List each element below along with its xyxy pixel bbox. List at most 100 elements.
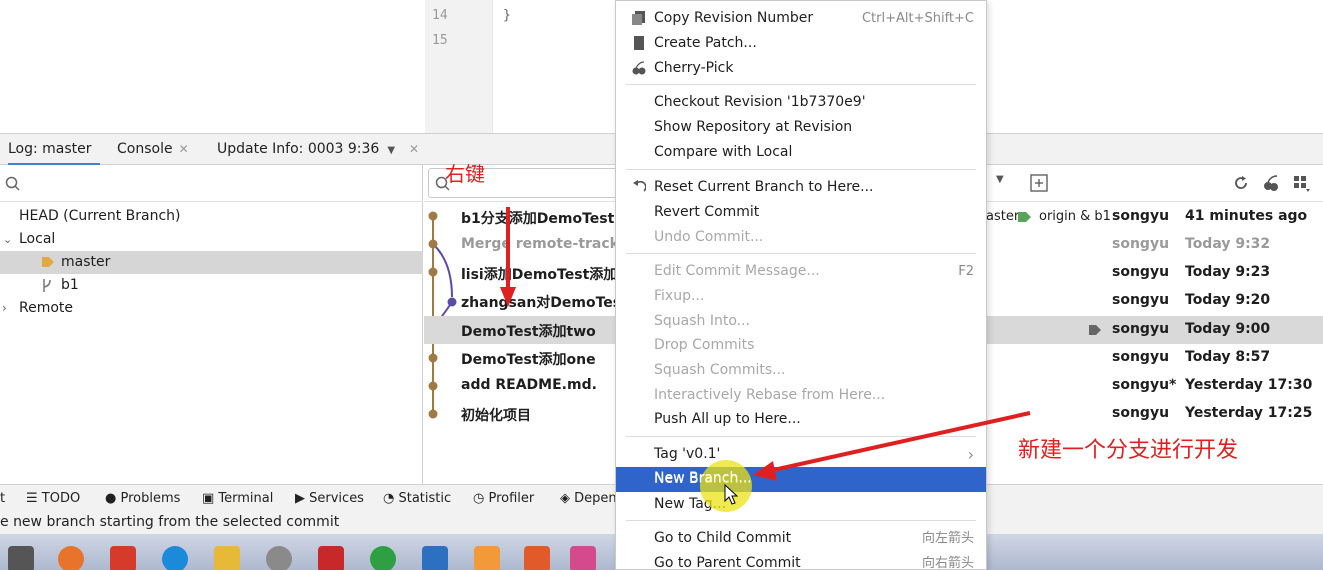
statistic-icon: ◔ [383,491,399,506]
menu-separator [626,520,976,521]
new-tab-icon[interactable] [1030,174,1048,192]
commit-date: Today 9:00 [1185,321,1271,337]
menu-checkout-revision[interactable]: Checkout Revision '1b7370e9' [616,90,986,115]
message-app-icon[interactable] [422,546,448,570]
tool-dependencies[interactable]: ◈ Depen [560,485,617,513]
tool-todo[interactable]: ☰ TODO [26,485,80,513]
menu-revert-commit[interactable]: Revert Commit [616,200,986,225]
youdao-icon[interactable] [110,546,136,570]
menu-edit-message[interactable]: Edit Commit Message... F2 [616,259,986,284]
tool-label: t [0,491,6,506]
chat-app-icon[interactable] [370,546,396,570]
tool-services[interactable]: ▶ Services [295,485,364,513]
patch-icon [634,36,644,50]
commit-date: Yesterday 17:25 [1185,405,1313,421]
commit-author: songyu [1112,349,1170,365]
tab-log-master[interactable]: Log: master [8,134,100,166]
menu-show-repository[interactable]: Show Repository at Revision [616,115,986,140]
taskbar-app-icon[interactable] [8,546,34,570]
menu-squash-commits[interactable]: Squash Commits... [616,358,986,383]
menu-label: Drop Commits [654,337,755,353]
commit-message: zhangsan对DemoTest [461,295,628,311]
commit-date: 41 minutes ago [1185,208,1308,224]
menu-drop-commits[interactable]: Drop Commits [616,333,986,358]
commit-date: Today 9:23 [1185,264,1271,280]
office-app-icon[interactable] [474,546,500,570]
edge-icon[interactable] [162,546,188,570]
problems-icon: ● [105,491,121,506]
layers-icon: ◈ [560,491,575,506]
chevron-down-icon[interactable]: ▼ [996,174,1004,185]
commit-message: DemoTest添加two [461,324,596,340]
menu-new-tag[interactable]: New Tag... [616,492,986,517]
menu-compare-local[interactable]: Compare with Local [616,140,986,165]
commit-author: songyu* [1112,377,1177,393]
folder-icon[interactable] [214,546,240,570]
menu-label: Squash Into... [654,313,751,329]
menu-undo-commit[interactable]: Undo Commit... [616,225,986,250]
refresh-icon[interactable] [1232,174,1250,192]
menu-go-parent[interactable]: Go to Parent Commit 向右箭头 [616,551,986,570]
tool-label: Problems [120,491,181,506]
commit-author: songyu [1112,321,1170,337]
branch-search-row[interactable] [0,165,423,202]
branch-group-local[interactable]: ⌄ Local [0,228,423,251]
menu-go-child[interactable]: Go to Child Commit 向左箭头 [616,526,986,551]
tab-update-info[interactable]: Update Info: 0003 9:36 ▼ ✕ [217,134,419,166]
menu-cherry-pick[interactable]: Cherry-Pick [616,56,986,81]
layout-options-icon[interactable] [1292,174,1312,194]
tab-console[interactable]: Console ✕ [117,134,189,166]
branch-head[interactable]: HEAD (Current Branch) [0,205,423,228]
menu-shortcut: 向左箭头 [921,531,974,546]
tool-label: TODO [41,491,81,506]
menu-fixup[interactable]: Fixup... [616,284,986,309]
chevron-down-icon[interactable]: ▼ [387,145,395,156]
tool-profiler[interactable]: ◷ Profiler [473,485,534,513]
menu-label: Cherry-Pick [654,60,734,76]
menu-label: Create Patch... [654,35,757,51]
x-app-icon[interactable] [524,546,550,570]
menu-label: Checkout Revision '1b7370e9' [654,94,866,110]
media-app-icon[interactable] [318,546,344,570]
undo-icon [633,180,646,192]
ref-label: aster [986,209,1020,224]
menu-squash-into[interactable]: Squash Into... [616,309,986,334]
tool-terminal[interactable]: ▣ Terminal [202,485,273,513]
line-number: 15 [432,33,448,48]
menu-separator [626,84,976,85]
code-line: } [503,8,511,23]
commit-author: songyu [1112,292,1170,308]
menu-label: Squash Commits... [654,362,786,378]
intellij-icon[interactable] [570,546,596,570]
menu-copy-revision[interactable]: Copy Revision Number Ctrl+Alt+Shift+C [616,6,986,31]
firefox-icon[interactable] [58,546,84,570]
annotation-arrow-left [753,411,1031,481]
branch-b1[interactable]: b1 [0,274,423,297]
close-icon[interactable]: ✕ [409,142,419,156]
menu-label: Go to Child Commit [654,530,792,546]
commit-message: DemoTest添加one [461,352,596,368]
menu-reset-branch[interactable]: Reset Current Branch to Here... [616,175,986,200]
chevron-right-icon[interactable]: › [2,297,7,320]
services-icon: ▶ [295,491,310,506]
tool-git[interactable]: t [0,485,5,513]
avatar-icon[interactable] [266,546,292,570]
close-icon[interactable]: ✕ [179,142,189,156]
branch-master[interactable]: master [0,251,423,274]
tool-problems[interactable]: ● Problems [105,485,180,513]
chevron-down-icon[interactable]: ⌄ [3,228,12,251]
menu-create-patch[interactable]: Create Patch... [616,31,986,56]
ref-label: origin & b1 [1039,209,1111,224]
tool-statistic[interactable]: ◔ Statistic [383,485,451,513]
commit-date: Today 8:57 [1185,349,1271,365]
commit-message: lisi添加DemoTest添加fi [461,267,628,283]
menu-label: Fixup... [654,288,705,304]
commit-author: songyu [1112,208,1170,224]
branch-group-remote[interactable]: › Remote [0,297,423,320]
branches-panel: HEAD (Current Branch) ⌄ Local master b1 ›… [0,165,423,484]
commit-message: b1分支添加DemoTest2 [461,211,625,227]
cherry-pick-icon[interactable] [1262,174,1280,192]
commit-message: add README.md. [461,377,597,393]
tab-label: Log: master [8,141,92,157]
annotation-arrow-down [500,207,516,307]
